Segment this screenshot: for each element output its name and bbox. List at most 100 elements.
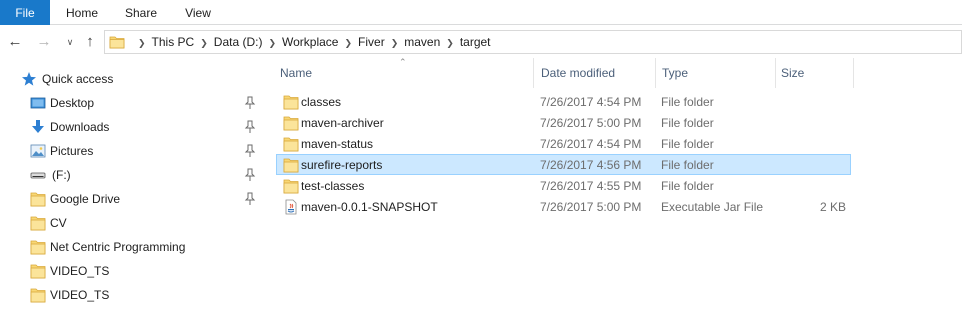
jar-file-icon [285, 199, 297, 215]
up-arrow-icon[interactable]: ↑ [82, 33, 98, 51]
breadcrumb-separator-icon[interactable]: ❯ [344, 38, 352, 48]
tab-home[interactable]: Home [66, 0, 98, 25]
file-date-modified: 7/26/2017 5:00 PM [540, 116, 642, 130]
breadcrumb: ❯ This PC ❯ Data (D:) ❯ Workplace ❯ Fiver ❯ maven… [132, 31, 491, 53]
file-date-modified: 7/26/2017 5:00 PM [540, 200, 642, 214]
sidebar-item-video-ts[interactable]: VIDEO_TS [0, 283, 268, 307]
table-row[interactable]: maven-status 7/26/2017 4:54 PM File fold… [276, 133, 851, 154]
tab-view[interactable]: View [184, 0, 212, 25]
sidebar-item-quick-access[interactable]: Quick access [0, 67, 268, 91]
folder-icon [30, 264, 46, 279]
table-row-selected[interactable]: surefire-reports 7/26/2017 4:56 PM File … [276, 154, 851, 175]
sidebar-item-label: VIDEO_TS [50, 288, 110, 302]
column-header-type[interactable]: Type [662, 58, 770, 88]
table-row[interactable]: test-classes 7/26/2017 4:55 PM File fold… [276, 175, 851, 196]
file-name: test-classes [301, 179, 365, 193]
sidebar-item-label: Quick access [42, 72, 114, 86]
column-header-size[interactable]: Size [781, 58, 851, 88]
breadcrumb-separator-icon[interactable]: ❯ [391, 38, 399, 48]
breadcrumb-separator-icon[interactable]: ❯ [446, 38, 454, 48]
folder-icon [283, 116, 299, 131]
sidebar-item-drive-f[interactable]: (F:) [0, 163, 268, 187]
address-bar[interactable]: ❯ This PC ❯ Data (D:) ❯ Workplace ❯ Fiver ❯ maven… [104, 30, 962, 54]
folder-icon [283, 137, 299, 152]
column-divider[interactable] [533, 58, 534, 88]
sidebar-item-cv[interactable]: CV [0, 211, 268, 235]
file-type: Executable Jar File [661, 200, 764, 214]
sidebar-item-downloads[interactable]: Downloads [0, 115, 268, 139]
file-date-modified: 7/26/2017 4:55 PM [540, 179, 642, 193]
column-divider[interactable] [655, 58, 656, 88]
recent-locations-chevron-icon[interactable]: ∨ [62, 33, 78, 51]
tab-file[interactable]: File [0, 0, 50, 25]
breadcrumb-target[interactable]: target [460, 35, 491, 49]
file-name: classes [301, 95, 342, 109]
file-name: maven-archiver [301, 116, 384, 130]
desktop-icon [30, 97, 46, 109]
forward-arrow-icon[interactable]: → [36, 33, 52, 51]
file-name: surefire-reports [301, 158, 383, 172]
breadcrumb-this-pc[interactable]: This PC [152, 35, 195, 49]
sidebar-item-video-ts[interactable]: VIDEO_TS [0, 259, 268, 283]
pin-icon[interactable] [244, 168, 256, 182]
pin-icon[interactable] [244, 192, 256, 206]
breadcrumb-separator-icon[interactable]: ❯ [268, 38, 276, 48]
file-size: 2 KB [819, 200, 846, 214]
pictures-icon [30, 144, 46, 158]
drive-icon [30, 172, 46, 179]
folder-icon [283, 179, 299, 194]
table-row[interactable]: classes 7/26/2017 4:54 PM File folder [276, 91, 851, 112]
folder-icon [109, 36, 125, 49]
breadcrumb-workplace[interactable]: Workplace [282, 35, 338, 49]
folder-icon [30, 288, 46, 303]
breadcrumb-separator-icon[interactable]: ❯ [200, 38, 208, 48]
column-divider[interactable] [775, 58, 776, 88]
sidebar-item-label: VIDEO_TS [50, 264, 110, 278]
folder-icon [30, 192, 46, 207]
file-type: File folder [661, 179, 714, 193]
breadcrumb-fiver[interactable]: Fiver [358, 35, 385, 49]
sidebar-item-label: Google Drive [50, 192, 121, 206]
pin-icon[interactable] [244, 144, 256, 158]
ribbon-tab-bar: File Home Share View [0, 0, 962, 25]
tab-share[interactable]: Share [125, 0, 157, 25]
folder-icon [283, 95, 299, 110]
file-type: File folder [661, 95, 714, 109]
sidebar-item-desktop[interactable]: Desktop [0, 91, 268, 115]
file-type: File folder [661, 137, 714, 151]
sidebar-item-label: Desktop [50, 96, 95, 110]
table-row[interactable]: maven-archiver 7/26/2017 5:00 PM File fo… [276, 112, 851, 133]
downloads-icon [32, 120, 44, 133]
column-header-date-modified[interactable]: Date modified [541, 58, 651, 88]
breadcrumb-data-drive[interactable]: Data (D:) [214, 35, 263, 49]
navigation-bar: ← → ∨ ↑ ❯ This PC ❯ Data (D:) ❯ Workplace ❯ Fiv… [0, 26, 962, 58]
file-type: File folder [661, 158, 714, 172]
sidebar-item-label: Pictures [50, 144, 94, 158]
column-header-name[interactable]: Name [280, 58, 530, 88]
sidebar-item-net-centric-programming[interactable]: Net Centric Programming [0, 235, 268, 259]
file-type: File folder [661, 116, 714, 130]
sidebar-item-label: (F:) [52, 168, 71, 182]
folder-icon [283, 158, 299, 173]
table-row[interactable]: maven-0.0.1-SNAPSHOT 7/26/2017 5:00 PM E… [276, 196, 851, 217]
navigation-pane: Quick access Desktop Downloads Pictures [0, 58, 268, 319]
file-date-modified: 7/26/2017 4:54 PM [540, 95, 642, 109]
sidebar-item-label: Downloads [50, 120, 110, 134]
sidebar-item-pictures[interactable]: Pictures [0, 139, 268, 163]
file-date-modified: 7/26/2017 4:54 PM [540, 137, 642, 151]
folder-icon [30, 240, 46, 255]
breadcrumb-maven[interactable]: maven [404, 35, 440, 49]
sidebar-item-label: CV [50, 216, 67, 230]
pin-icon[interactable] [244, 96, 256, 110]
folder-icon [30, 216, 46, 231]
sidebar-item-google-drive[interactable]: Google Drive [0, 187, 268, 211]
file-date-modified: 7/26/2017 4:56 PM [540, 158, 642, 172]
back-arrow-icon[interactable]: ← [7, 33, 23, 51]
file-name: maven-0.0.1-SNAPSHOT [301, 200, 438, 214]
star-icon [22, 72, 36, 86]
breadcrumb-separator-icon[interactable]: ❯ [138, 38, 146, 48]
column-divider[interactable] [853, 58, 854, 88]
file-name: maven-status [301, 137, 374, 151]
pin-icon[interactable] [244, 120, 256, 134]
sidebar-item-label: Net Centric Programming [50, 240, 186, 254]
